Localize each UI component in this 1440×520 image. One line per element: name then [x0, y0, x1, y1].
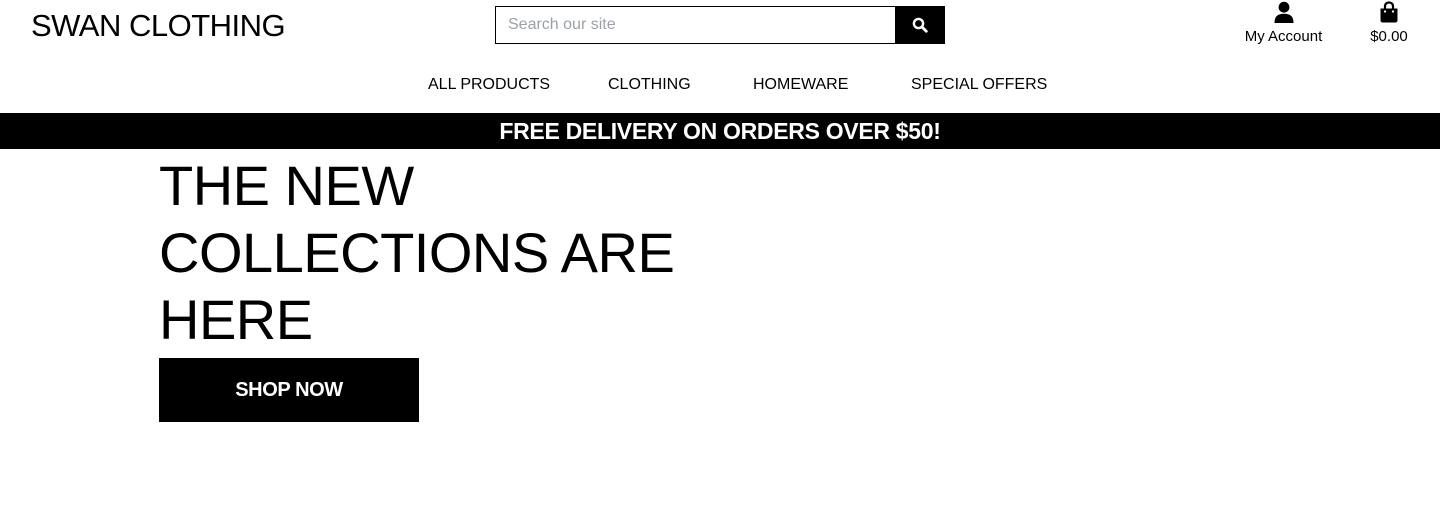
shopping-bag-icon: [1380, 1, 1398, 23]
search-icon: [912, 17, 928, 33]
search-button[interactable]: [895, 6, 945, 44]
my-account-link[interactable]: My Account: [1236, 0, 1331, 50]
main-nav: ALL PRODUCTS CLOTHING HOMEWARE SPECIAL O…: [0, 72, 1440, 98]
nav-homeware[interactable]: HOMEWARE: [753, 75, 848, 95]
nav-clothing[interactable]: CLOTHING: [608, 75, 691, 95]
shop-now-button[interactable]: SHOP NOW: [159, 358, 419, 422]
search-form: [495, 6, 945, 44]
bag-total: $0.00: [1370, 28, 1408, 45]
shopping-bag-link[interactable]: $0.00: [1360, 0, 1418, 50]
user-icon: [1274, 1, 1294, 23]
nav-all-products[interactable]: ALL PRODUCTS: [428, 75, 550, 95]
nav-special-offers[interactable]: SPECIAL OFFERS: [911, 75, 1047, 95]
site-logo[interactable]: SWAN CLOTHING: [31, 6, 286, 46]
my-account-label: My Account: [1244, 28, 1323, 45]
delivery-banner: FREE DELIVERY ON ORDERS OVER $50!: [0, 113, 1440, 149]
hero-title: THE NEW COLLECTIONS ARE HERE: [159, 154, 675, 351]
search-input[interactable]: [495, 6, 895, 44]
